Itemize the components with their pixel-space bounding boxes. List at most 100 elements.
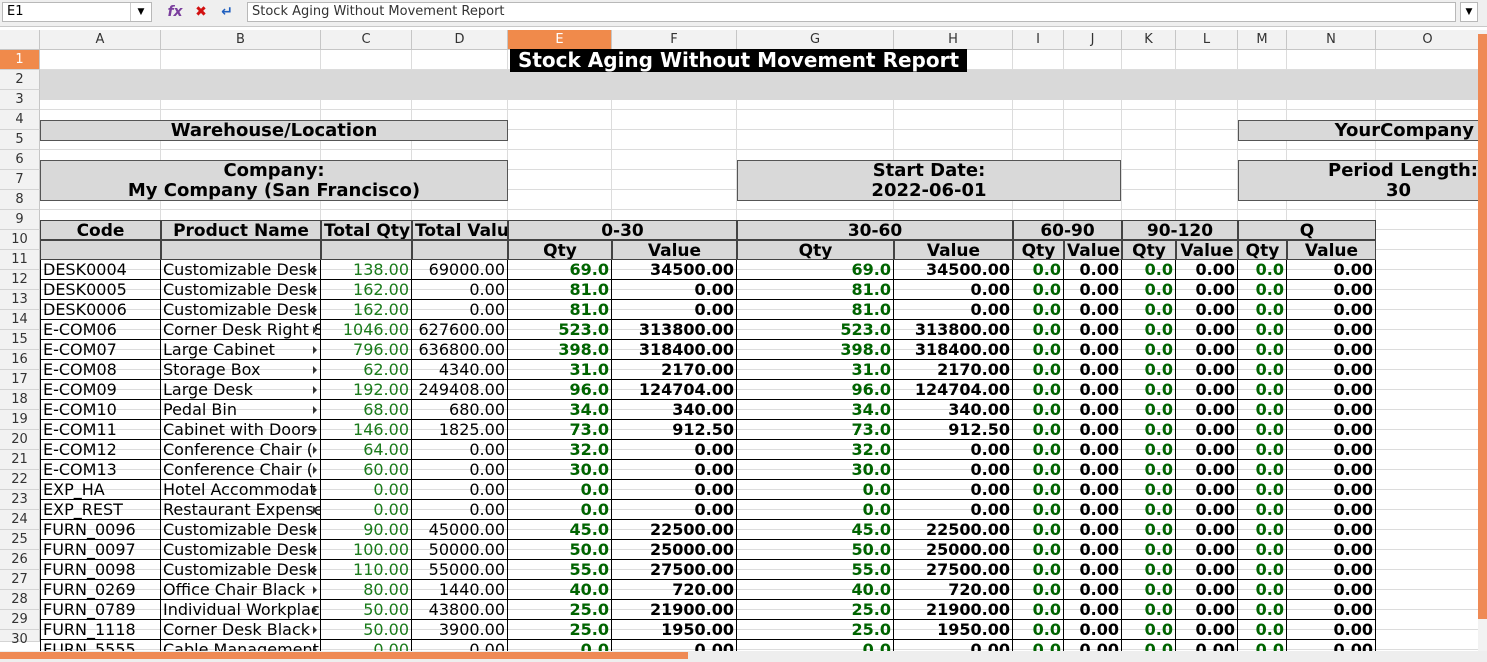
name-box[interactable]: E1 ▼ (2, 2, 152, 22)
qty-q-cell[interactable]: 0.0 (1238, 440, 1287, 460)
qty-0-30-cell[interactable]: 34.0 (508, 400, 612, 420)
value-60-90-cell[interactable]: 0.00 (1064, 260, 1122, 280)
qty-30-60-cell[interactable]: 523.0 (737, 320, 894, 340)
row-header-29[interactable]: 29 (0, 610, 40, 630)
total-value-cell[interactable]: 636800.00 (412, 340, 508, 360)
column-header-d[interactable]: D (412, 30, 508, 50)
product-name-cell[interactable]: Customizable Desk (161, 280, 321, 300)
qty-90-120-cell[interactable]: 0.0 (1122, 260, 1176, 280)
row-header-14[interactable]: 14 (0, 310, 40, 330)
value-q-cell[interactable]: 0.00 (1287, 420, 1376, 440)
value-30-60-cell[interactable]: 21900.00 (894, 600, 1013, 620)
value-q-cell[interactable]: 0.00 (1287, 580, 1376, 600)
code-cell[interactable]: FURN_0097 (40, 540, 161, 560)
column-header-b[interactable]: B (161, 30, 321, 50)
row-header-23[interactable]: 23 (0, 490, 40, 510)
total-qty-cell[interactable]: 0.00 (321, 480, 412, 500)
qty-q-cell[interactable]: 0.0 (1238, 600, 1287, 620)
total-value-cell[interactable]: 3900.00 (412, 620, 508, 640)
code-cell[interactable]: E-COM10 (40, 400, 161, 420)
qty-q-cell[interactable]: 0.0 (1238, 480, 1287, 500)
value-60-90-cell[interactable]: 0.00 (1064, 320, 1122, 340)
code-cell[interactable]: DESK0006 (40, 300, 161, 320)
value-0-30-cell[interactable]: 34500.00 (612, 260, 737, 280)
value-60-90-cell[interactable]: 0.00 (1064, 460, 1122, 480)
qty-q-cell[interactable]: 0.0 (1238, 560, 1287, 580)
total-qty-cell[interactable]: 0.00 (321, 500, 412, 520)
value-90-120-cell[interactable]: 0.00 (1176, 400, 1238, 420)
qty-90-120-cell[interactable]: 0.0 (1122, 600, 1176, 620)
row-header-15[interactable]: 15 (0, 330, 40, 350)
value-90-120-cell[interactable]: 0.00 (1176, 500, 1238, 520)
code-cell[interactable]: E-COM12 (40, 440, 161, 460)
row-header-27[interactable]: 27 (0, 570, 40, 590)
value-0-30-cell[interactable]: 313800.00 (612, 320, 737, 340)
value-60-90-cell[interactable]: 0.00 (1064, 300, 1122, 320)
qty-0-30-cell[interactable]: 81.0 (508, 280, 612, 300)
value-60-90-cell[interactable]: 0.00 (1064, 560, 1122, 580)
value-60-90-cell[interactable]: 0.00 (1064, 580, 1122, 600)
value-60-90-cell[interactable]: 0.00 (1064, 420, 1122, 440)
qty-0-30-cell[interactable]: 31.0 (508, 360, 612, 380)
code-cell[interactable]: EXP_HA (40, 480, 161, 500)
qty-0-30-cell[interactable]: 50.0 (508, 540, 612, 560)
qty-0-30-cell[interactable]: 81.0 (508, 300, 612, 320)
value-0-30-cell[interactable]: 318400.00 (612, 340, 737, 360)
code-cell[interactable]: E-COM08 (40, 360, 161, 380)
cancel-icon[interactable]: ✖ (192, 3, 210, 21)
value-30-60-cell[interactable]: 34500.00 (894, 260, 1013, 280)
qty-0-30-cell[interactable]: 0.0 (508, 480, 612, 500)
value-q-cell[interactable]: 0.00 (1287, 560, 1376, 580)
row-header-1[interactable]: 1 (0, 50, 40, 70)
row-header-6[interactable]: 6 (0, 150, 40, 170)
row-header-12[interactable]: 12 (0, 270, 40, 290)
value-90-120-cell[interactable]: 0.00 (1176, 440, 1238, 460)
qty-0-30-cell[interactable]: 30.0 (508, 460, 612, 480)
code-cell[interactable]: FURN_1118 (40, 620, 161, 640)
qty-60-90-cell[interactable]: 0.0 (1013, 600, 1064, 620)
code-cell[interactable]: DESK0005 (40, 280, 161, 300)
value-0-30-cell[interactable]: 340.00 (612, 400, 737, 420)
code-cell[interactable]: E-COM06 (40, 320, 161, 340)
expand-formula-icon[interactable]: ▼ (1460, 2, 1478, 22)
qty-0-30-cell[interactable]: 73.0 (508, 420, 612, 440)
total-value-cell[interactable]: 1440.00 (412, 580, 508, 600)
column-header-c[interactable]: C (321, 30, 412, 50)
total-qty-cell[interactable]: 138.00 (321, 260, 412, 280)
qty-90-120-cell[interactable]: 0.0 (1122, 420, 1176, 440)
row-header-20[interactable]: 20 (0, 430, 40, 450)
value-0-30-cell[interactable]: 720.00 (612, 580, 737, 600)
product-name-cell[interactable]: Large Cabinet (161, 340, 321, 360)
product-name-cell[interactable]: Customizable Desk (161, 560, 321, 580)
qty-30-60-cell[interactable]: 31.0 (737, 360, 894, 380)
qty-q-cell[interactable]: 0.0 (1238, 580, 1287, 600)
qty-90-120-cell[interactable]: 0.0 (1122, 580, 1176, 600)
product-name-cell[interactable]: Individual Workplac (161, 600, 321, 620)
total-qty-cell[interactable]: 192.00 (321, 380, 412, 400)
chevron-down-icon[interactable]: ▼ (130, 3, 151, 21)
function-wizard-icon[interactable]: fx (166, 3, 184, 21)
row-header-5[interactable]: 5 (0, 130, 40, 150)
value-q-cell[interactable]: 0.00 (1287, 320, 1376, 340)
qty-60-90-cell[interactable]: 0.0 (1013, 440, 1064, 460)
column-header-g[interactable]: G (737, 30, 894, 50)
row-header-21[interactable]: 21 (0, 450, 40, 470)
qty-0-30-cell[interactable]: 25.0 (508, 600, 612, 620)
code-cell[interactable]: DESK0004 (40, 260, 161, 280)
qty-90-120-cell[interactable]: 0.0 (1122, 340, 1176, 360)
qty-30-60-cell[interactable]: 81.0 (737, 300, 894, 320)
total-qty-cell[interactable]: 90.00 (321, 520, 412, 540)
value-q-cell[interactable]: 0.00 (1287, 280, 1376, 300)
value-60-90-cell[interactable]: 0.00 (1064, 600, 1122, 620)
value-30-60-cell[interactable]: 912.50 (894, 420, 1013, 440)
qty-0-30-cell[interactable]: 25.0 (508, 620, 612, 640)
qty-90-120-cell[interactable]: 0.0 (1122, 360, 1176, 380)
code-cell[interactable]: E-COM11 (40, 420, 161, 440)
row-header-22[interactable]: 22 (0, 470, 40, 490)
product-name-cell[interactable]: Pedal Bin (161, 400, 321, 420)
qty-q-cell[interactable]: 0.0 (1238, 260, 1287, 280)
total-qty-cell[interactable]: 60.00 (321, 460, 412, 480)
column-header-h[interactable]: H (894, 30, 1013, 50)
qty-60-90-cell[interactable]: 0.0 (1013, 280, 1064, 300)
total-qty-cell[interactable]: 146.00 (321, 420, 412, 440)
